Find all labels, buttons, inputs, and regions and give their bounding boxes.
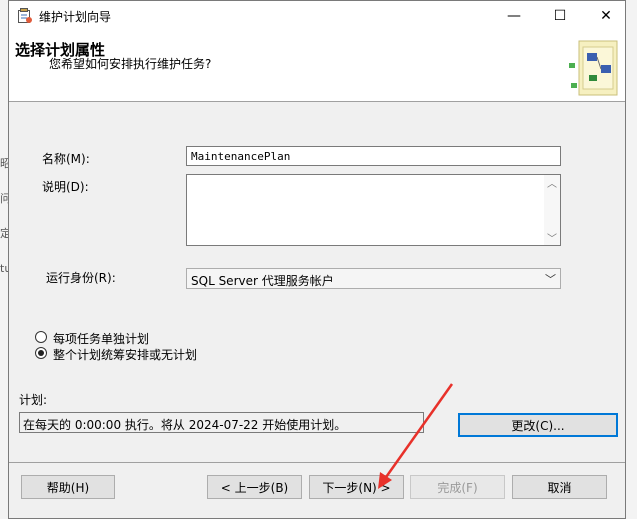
help-button[interactable]: 帮助(H) [21, 475, 115, 499]
chevron-down-icon: ﹀ [545, 273, 556, 286]
close-button[interactable]: ✕ [583, 1, 629, 31]
radio-button-icon[interactable] [35, 331, 47, 343]
wizard-header: 选择计划属性 您希望如何安排执行维护任务? [9, 31, 625, 102]
wizard-window: 维护计划向导 — ☐ ✕ 选择计划属性 您希望如何安排执行维护任务? 名称(M)… [8, 0, 626, 519]
title-bar: 维护计划向导 — ☐ ✕ [9, 1, 625, 31]
change-schedule-button[interactable]: 更改(C)... [458, 413, 618, 437]
name-label: 名称(M): [42, 152, 90, 166]
radio-label: 整个计划统筹安排或无计划 [53, 348, 198, 362]
radio-label: 每项任务单独计划 [53, 332, 150, 346]
window-title: 维护计划向导 [39, 10, 112, 24]
finish-button[interactable]: 完成(F) [410, 475, 505, 499]
schedule-label: 计划: [19, 393, 48, 407]
wizard-app-icon [17, 8, 33, 24]
schedule-description: 在每天的 0:00:00 执行。将从 2024-07-22 开始使用计划。 [19, 412, 424, 433]
wizard-banner-icon [565, 35, 623, 99]
next-button[interactable]: 下一步(N) > [309, 475, 404, 499]
description-textarea[interactable]: ︿ ﹀ [186, 174, 561, 246]
wizard-footer: 帮助(H) < 上一步(B) 下一步(N) > 完成(F) 取消 [9, 463, 625, 518]
run-as-label: 运行身份(R): [46, 271, 116, 285]
scroll-up-icon[interactable]: ︿ [547, 175, 557, 190]
radio-button-selected-icon[interactable] [35, 347, 47, 359]
description-scrollbar[interactable]: ︿ ﹀ [544, 175, 560, 245]
radio-single-schedule[interactable]: 整个计划统筹安排或无计划 [35, 346, 285, 362]
background-app-right [625, 0, 637, 519]
run-as-value: SQL Server 代理服务帐户 [191, 274, 334, 288]
description-label: 说明(D): [42, 180, 89, 194]
page-subtitle: 您希望如何安排执行维护任务? [49, 57, 212, 71]
radio-separate-schedule[interactable]: 每项任务单独计划 [35, 330, 285, 346]
cancel-button[interactable]: 取消 [512, 475, 607, 499]
maximize-button[interactable]: ☐ [537, 1, 583, 31]
name-input[interactable]: MaintenancePlan [186, 146, 561, 166]
run-as-select[interactable]: SQL Server 代理服务帐户 ﹀ [186, 268, 561, 289]
back-button[interactable]: < 上一步(B) [207, 475, 302, 499]
minimize-button[interactable]: — [491, 1, 537, 31]
scroll-down-icon[interactable]: ﹀ [547, 230, 557, 245]
